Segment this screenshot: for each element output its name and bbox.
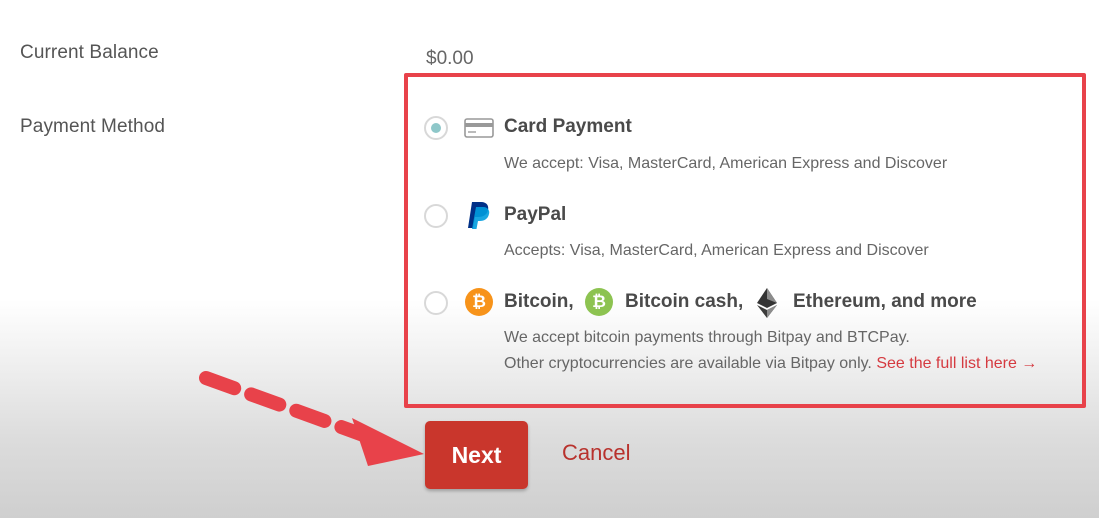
current-balance-value: $0.00: [426, 48, 474, 69]
next-button[interactable]: Next: [425, 421, 528, 489]
current-balance-label: Current Balance: [20, 42, 159, 63]
payment-method-label: Payment Method: [20, 116, 166, 137]
payment-options-highlight: [404, 73, 1086, 408]
dashed-arrow-icon: [199, 371, 424, 466]
cancel-link[interactable]: Cancel: [562, 440, 630, 466]
